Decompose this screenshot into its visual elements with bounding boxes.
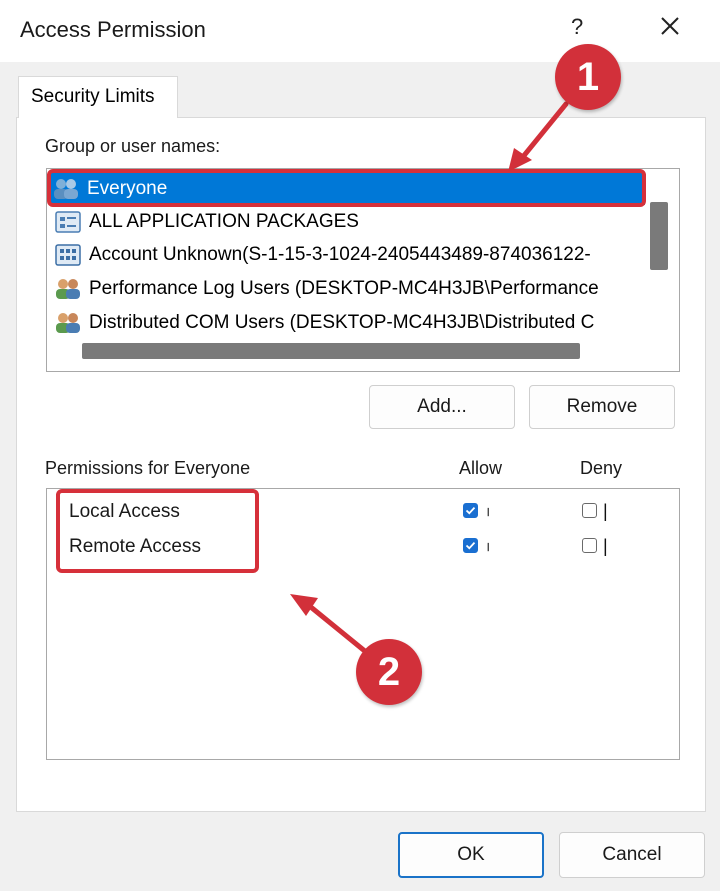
focus-mark-icon: | [603, 536, 608, 556]
unknown-account-icon [53, 242, 83, 268]
users-group-icon [53, 276, 83, 302]
list-item-all-application-packages[interactable]: ALL APPLICATION PACKAGES [53, 206, 643, 238]
close-button[interactable] [654, 10, 686, 42]
focus-mark-icon: | [603, 501, 608, 521]
local-access-deny-checkbox[interactable] [582, 503, 597, 518]
cancel-button[interactable]: Cancel [559, 832, 705, 878]
list-item-performance-log-users[interactable]: Performance Log Users (DESKTOP-MC4H3JB\P… [53, 273, 643, 305]
annotation-badge-2: 2 [356, 639, 422, 705]
group-list-label: Group or user names: [45, 136, 221, 156]
app-packages-icon [53, 209, 83, 235]
checkmark-icon [465, 541, 476, 550]
remote-access-deny-checkbox[interactable] [582, 538, 597, 553]
permissions-label: Permissions for Everyone [45, 458, 251, 478]
checkmark-icon [465, 506, 476, 515]
help-button[interactable]: ? [571, 14, 583, 40]
list-item-label: ALL APPLICATION PACKAGES [89, 211, 359, 232]
users-group-icon [53, 310, 83, 336]
highlight-box-permissions [56, 489, 259, 573]
focus-mark-icon: ╵ [484, 508, 493, 524]
list-item-label: Account Unknown(S-1-15-3-1024-2405443489… [89, 244, 591, 265]
horizontal-scrollbar[interactable] [82, 343, 580, 359]
list-item-label: Performance Log Users (DESKTOP-MC4H3JB\P… [89, 278, 599, 299]
ok-button[interactable]: OK [398, 832, 544, 878]
focus-mark-icon: ╵ [484, 543, 493, 559]
window-title: Access Permission [20, 17, 206, 42]
vertical-scrollbar[interactable] [650, 202, 668, 270]
add-button[interactable]: Add... [369, 385, 515, 429]
list-item-label: Distributed COM Users (DESKTOP-MC4H3JB\D… [89, 312, 595, 333]
highlight-box-everyone [47, 169, 646, 207]
list-item-distributed-com-users[interactable]: Distributed COM Users (DESKTOP-MC4H3JB\D… [53, 307, 643, 339]
close-icon [661, 17, 679, 35]
tab-security-limits[interactable]: Security Limits [18, 76, 178, 118]
annotation-badge-1: 1 [555, 44, 621, 110]
list-item-account-unknown[interactable]: Account Unknown(S-1-15-3-1024-2405443489… [53, 239, 643, 271]
remove-button[interactable]: Remove [529, 385, 675, 429]
local-access-allow-checkbox[interactable] [463, 503, 478, 518]
remote-access-allow-checkbox[interactable] [463, 538, 478, 553]
deny-column-header: Deny [580, 458, 623, 478]
allow-column-header: Allow [459, 458, 503, 478]
